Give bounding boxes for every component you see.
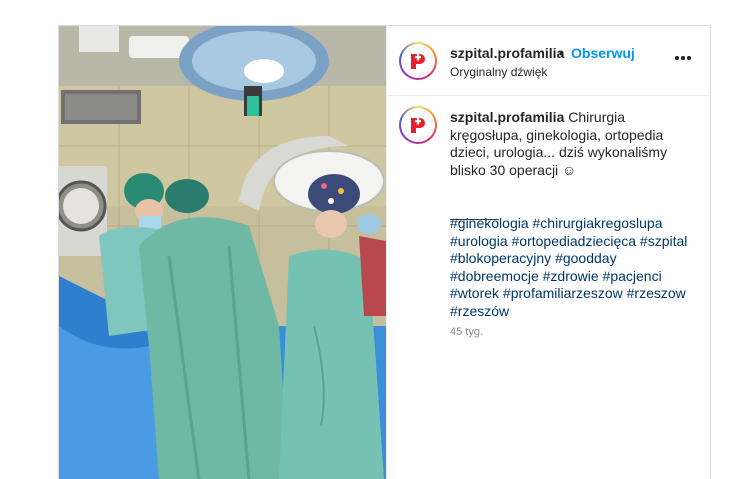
hashtag-link[interactable]: #rzeszow bbox=[627, 285, 686, 301]
hashtag-link[interactable]: #zdrowie bbox=[543, 268, 599, 284]
caption-username-link[interactable]: szpital.profamilia bbox=[450, 109, 564, 125]
hashtag-link[interactable]: #dobreemocje bbox=[450, 268, 539, 284]
hashtag-link[interactable]: #goodday bbox=[555, 250, 617, 266]
hashtag-link[interactable]: #pacjenci bbox=[603, 268, 662, 284]
avatar[interactable] bbox=[399, 42, 437, 80]
hashtag-link[interactable]: #urologia bbox=[450, 233, 508, 249]
hashtag-link[interactable]: #rzeszów bbox=[450, 303, 509, 319]
hashtag-link[interactable]: #profamiliarzeszow bbox=[503, 285, 623, 301]
hashtag-link[interactable]: #ortopediadziecięca bbox=[512, 233, 637, 249]
operating-room-image bbox=[59, 26, 386, 479]
caption: szpital.profamilia Chirurgia kręgosłupa,… bbox=[450, 109, 695, 179]
post-timestamp[interactable]: 45 tyg. bbox=[450, 326, 483, 338]
hashtag-link[interactable]: #szpital bbox=[640, 233, 687, 249]
hashtag-link[interactable]: #ginekologia bbox=[450, 215, 529, 231]
post-video[interactable] bbox=[59, 26, 386, 479]
more-options-icon[interactable] bbox=[673, 48, 693, 68]
profamilia-logo-icon bbox=[403, 46, 433, 76]
hashtag-link[interactable]: #chirurgiakregoslupa bbox=[533, 215, 663, 231]
instagram-post: szpital.profamilia • Obserwuj Oryginalny… bbox=[58, 25, 712, 479]
audio-label[interactable]: Oryginalny dźwięk bbox=[450, 65, 547, 79]
separator-dot: • bbox=[559, 45, 564, 61]
follow-button[interactable]: Obserwuj bbox=[571, 45, 635, 61]
post-header: szpital.profamilia • Obserwuj Oryginalny… bbox=[387, 26, 712, 96]
post-sidebar: szpital.profamilia • Obserwuj Oryginalny… bbox=[386, 26, 712, 479]
hashtag-list: #ginekologia #chirurgiakregoslupa #urolo… bbox=[450, 215, 695, 320]
username-link[interactable]: szpital.profamilia bbox=[450, 45, 564, 61]
profamilia-logo-icon bbox=[403, 110, 433, 140]
hashtag-link[interactable]: #wtorek bbox=[450, 285, 499, 301]
hashtag-link[interactable]: #blokoperacyjny bbox=[450, 250, 551, 266]
caption-avatar[interactable] bbox=[399, 106, 437, 144]
